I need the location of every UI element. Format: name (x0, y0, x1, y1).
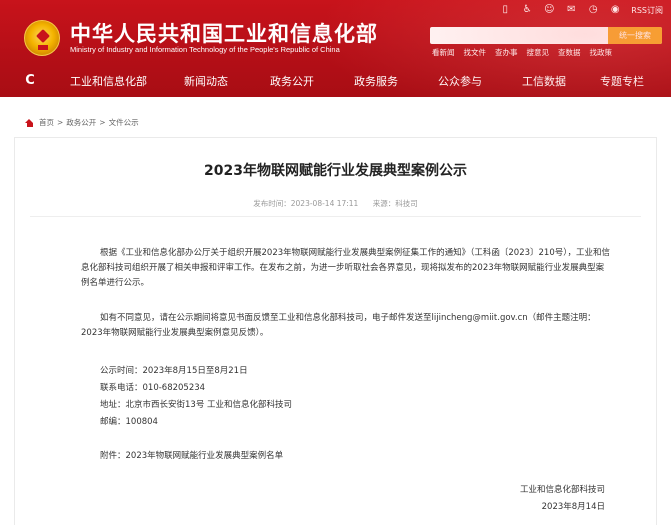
nav-item-services[interactable]: 政务服务 (354, 73, 398, 89)
article-meta: 发布时间：2023-08-14 17:11 来源：科技司 (0, 198, 671, 209)
title-divider (30, 216, 641, 217)
quick-link-data[interactable]: 查数据 (558, 47, 581, 58)
nav-item-participation[interactable]: 公众参与 (438, 73, 482, 89)
search-box: 统一搜索 (430, 27, 662, 44)
mail-icon[interactable]: ✉ (565, 4, 577, 16)
quick-links: 看新闻 找文件 查办事 搜意见 查数据 找政策 (432, 47, 612, 58)
publish-time: 发布时间：2023-08-14 17:11 (253, 199, 359, 208)
breadcrumb-announcements[interactable]: 文件公示 (109, 117, 139, 128)
nav-item-topics[interactable]: 专题专栏 (600, 73, 644, 89)
nav-item-miit[interactable]: 工业和信息化部 (70, 73, 147, 89)
nav-item-data[interactable]: 工信数据 (522, 73, 566, 89)
signature-date: 2023年8月14日 (541, 502, 605, 512)
quick-link-policy[interactable]: 找政策 (590, 47, 613, 58)
quick-link-opinions[interactable]: 搜意见 (527, 47, 550, 58)
article-source: 来源：科技司 (372, 199, 418, 208)
rss-link[interactable]: RSS订阅 (631, 5, 663, 16)
search-input[interactable] (430, 27, 608, 44)
contact-phone: 联系电话：010-68205234 (100, 383, 206, 393)
mobile-icon[interactable]: ▯ (499, 4, 511, 16)
site-title[interactable]: 中华人民共和国工业和信息化部 (70, 18, 378, 48)
contact-address: 地址：北京市西长安街13号 工业和信息化部科技司 (100, 400, 293, 410)
announcement-period: 公示时间：2023年8月15日至8月21日 (100, 366, 248, 376)
breadcrumb-gov-affairs[interactable]: 政务公开 (66, 117, 96, 128)
nav-item-news[interactable]: 新闻动态 (184, 73, 228, 89)
quick-link-files[interactable]: 找文件 (464, 47, 487, 58)
weibo-icon[interactable]: ◉ (609, 4, 621, 16)
site-header: 中华人民共和国工业和信息化部 Ministry of Industry and … (0, 0, 671, 97)
nav-item-gov-affairs[interactable]: 政务公开 (270, 73, 314, 89)
site-subtitle: Ministry of Industry and Information Tec… (70, 45, 340, 54)
breadcrumb-separator: > (57, 118, 64, 127)
accessibility-icon[interactable]: ♿ (521, 4, 533, 16)
quick-link-services[interactable]: 查办事 (495, 47, 518, 58)
article-title: 2023年物联网赋能行业发展典型案例公示 (204, 163, 467, 179)
attachment-link[interactable]: 附件：2023年物联网赋能行业发展典型案例名单 (100, 449, 283, 461)
elder-icon[interactable]: ☺ (543, 4, 555, 16)
article-paragraph-1: 根据《工业和信息化部办公厅关于组织开展2023年物联网赋能行业发展典型案例征集工… (81, 248, 610, 288)
breadcrumb: 首页 > 政务公开 > 文件公示 (25, 117, 139, 128)
postcode: 邮编：100804 (100, 417, 158, 427)
home-icon (25, 118, 34, 127)
breadcrumb-separator: > (99, 118, 106, 127)
clock-icon[interactable]: ◷ (587, 4, 599, 16)
miit-logo-icon[interactable]: C (23, 74, 37, 88)
top-toolbar: ▯ ♿ ☺ ✉ ◷ ◉ RSS订阅 (499, 3, 663, 17)
signature-organization: 工业和信息化部科技司 (519, 485, 605, 495)
search-button[interactable]: 统一搜索 (608, 27, 662, 44)
main-nav: C 工业和信息化部 新闻动态 政务公开 政务服务 公众参与 工信数据 专题专栏 (0, 62, 671, 97)
national-emblem-icon (24, 20, 60, 56)
article-paragraph-2: 如有不同意见，请在公示期间将意见书面反馈至工业和信息化部科技司，电子邮件发送至l… (81, 313, 596, 338)
quick-link-news[interactable]: 看新闻 (432, 47, 455, 58)
breadcrumb-home[interactable]: 首页 (39, 117, 54, 128)
